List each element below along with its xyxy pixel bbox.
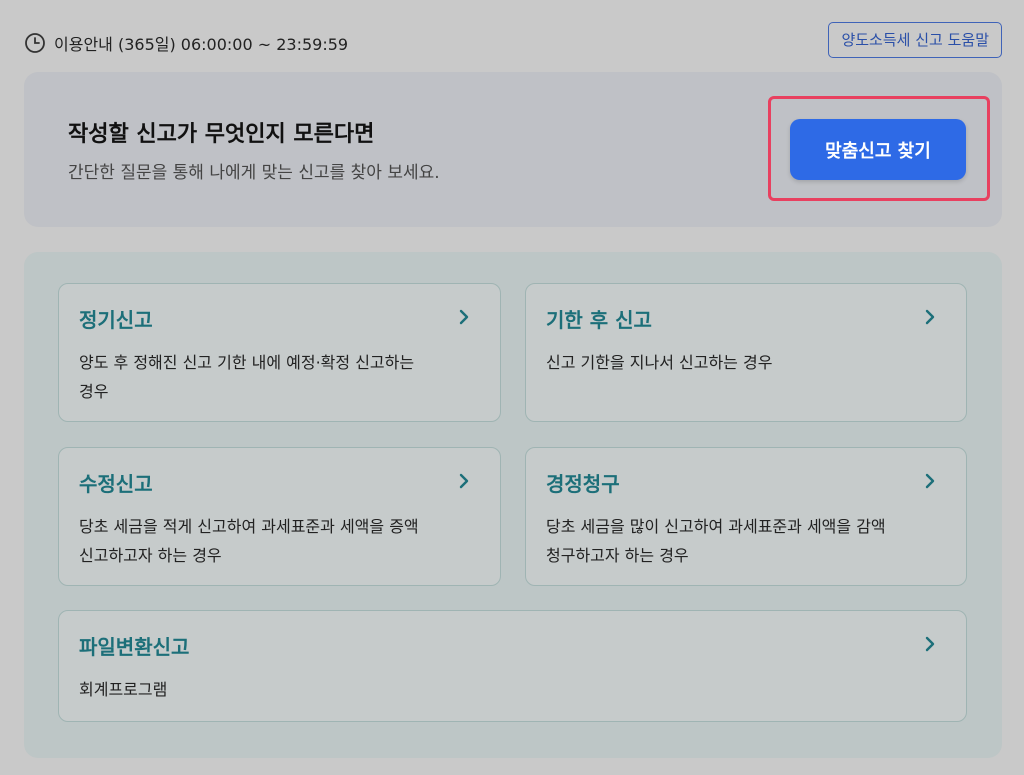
card-title: 수정신고: [79, 472, 153, 496]
card-correction-claim[interactable]: 경정청구 당초 세금을 많이 신고하여 과세표준과 세액을 감액 청구하고자 하…: [525, 447, 967, 586]
chevron-right-icon: [925, 473, 935, 489]
card-title: 파일변환신고: [79, 635, 190, 659]
chevron-right-icon: [459, 473, 469, 489]
clock-icon: [25, 33, 45, 53]
card-amended-report[interactable]: 수정신고 당초 세금을 적게 신고하여 과세표준과 세액을 증액 신고하고자 하…: [58, 447, 501, 586]
top-info-bar: 이용안내 (365일) 06:00:00 ~ 23:59:59 양도소득세 신고…: [24, 22, 1002, 62]
service-hours-text: 이용안내 (365일) 06:00:00 ~ 23:59:59: [54, 35, 349, 54]
custom-report-finder: 작성할 신고가 무엇인지 모른다면 간단한 질문을 통해 나에게 맞는 신고를 …: [24, 72, 1002, 227]
find-custom-report-button[interactable]: 맞춤신고 찾기: [790, 119, 966, 180]
service-hours: 이용안내 (365일) 06:00:00 ~ 23:59:59: [24, 31, 348, 55]
chevron-right-icon: [459, 309, 469, 325]
card-file-conversion-report[interactable]: 파일변환신고 회계프로그램: [58, 610, 967, 722]
card-title: 정기신고: [79, 308, 153, 332]
card-description: 신고 기한을 지나서 신고하는 경우: [546, 353, 773, 372]
card-late-report[interactable]: 기한 후 신고 신고 기한을 지나서 신고하는 경우: [525, 283, 967, 422]
report-types-panel: 정기신고 양도 후 정해진 신고 기한 내에 예정·확정 신고하는 경우 기한 …: [24, 252, 1002, 758]
card-title: 경정청구: [546, 472, 620, 496]
card-description: 양도 후 정해진 신고 기한 내에 예정·확정 신고하는 경우: [79, 353, 415, 401]
chevron-right-icon: [925, 636, 935, 652]
chevron-right-icon: [925, 309, 935, 325]
help-button[interactable]: 양도소득세 신고 도움말: [828, 22, 1002, 58]
finder-subtitle: 간단한 질문을 통해 나에게 맞는 신고를 찾아 보세요.: [68, 163, 440, 183]
card-description: 회계프로그램: [79, 680, 168, 699]
card-regular-report[interactable]: 정기신고 양도 후 정해진 신고 기한 내에 예정·확정 신고하는 경우: [58, 283, 501, 422]
card-description: 당초 세금을 적게 신고하여 과세표준과 세액을 증액 신고하고자 하는 경우: [79, 517, 419, 565]
card-description: 당초 세금을 많이 신고하여 과세표준과 세액을 감액 청구하고자 하는 경우: [546, 517, 886, 565]
card-title: 기한 후 신고: [546, 308, 652, 332]
finder-title: 작성할 신고가 무엇인지 모른다면: [68, 122, 375, 147]
